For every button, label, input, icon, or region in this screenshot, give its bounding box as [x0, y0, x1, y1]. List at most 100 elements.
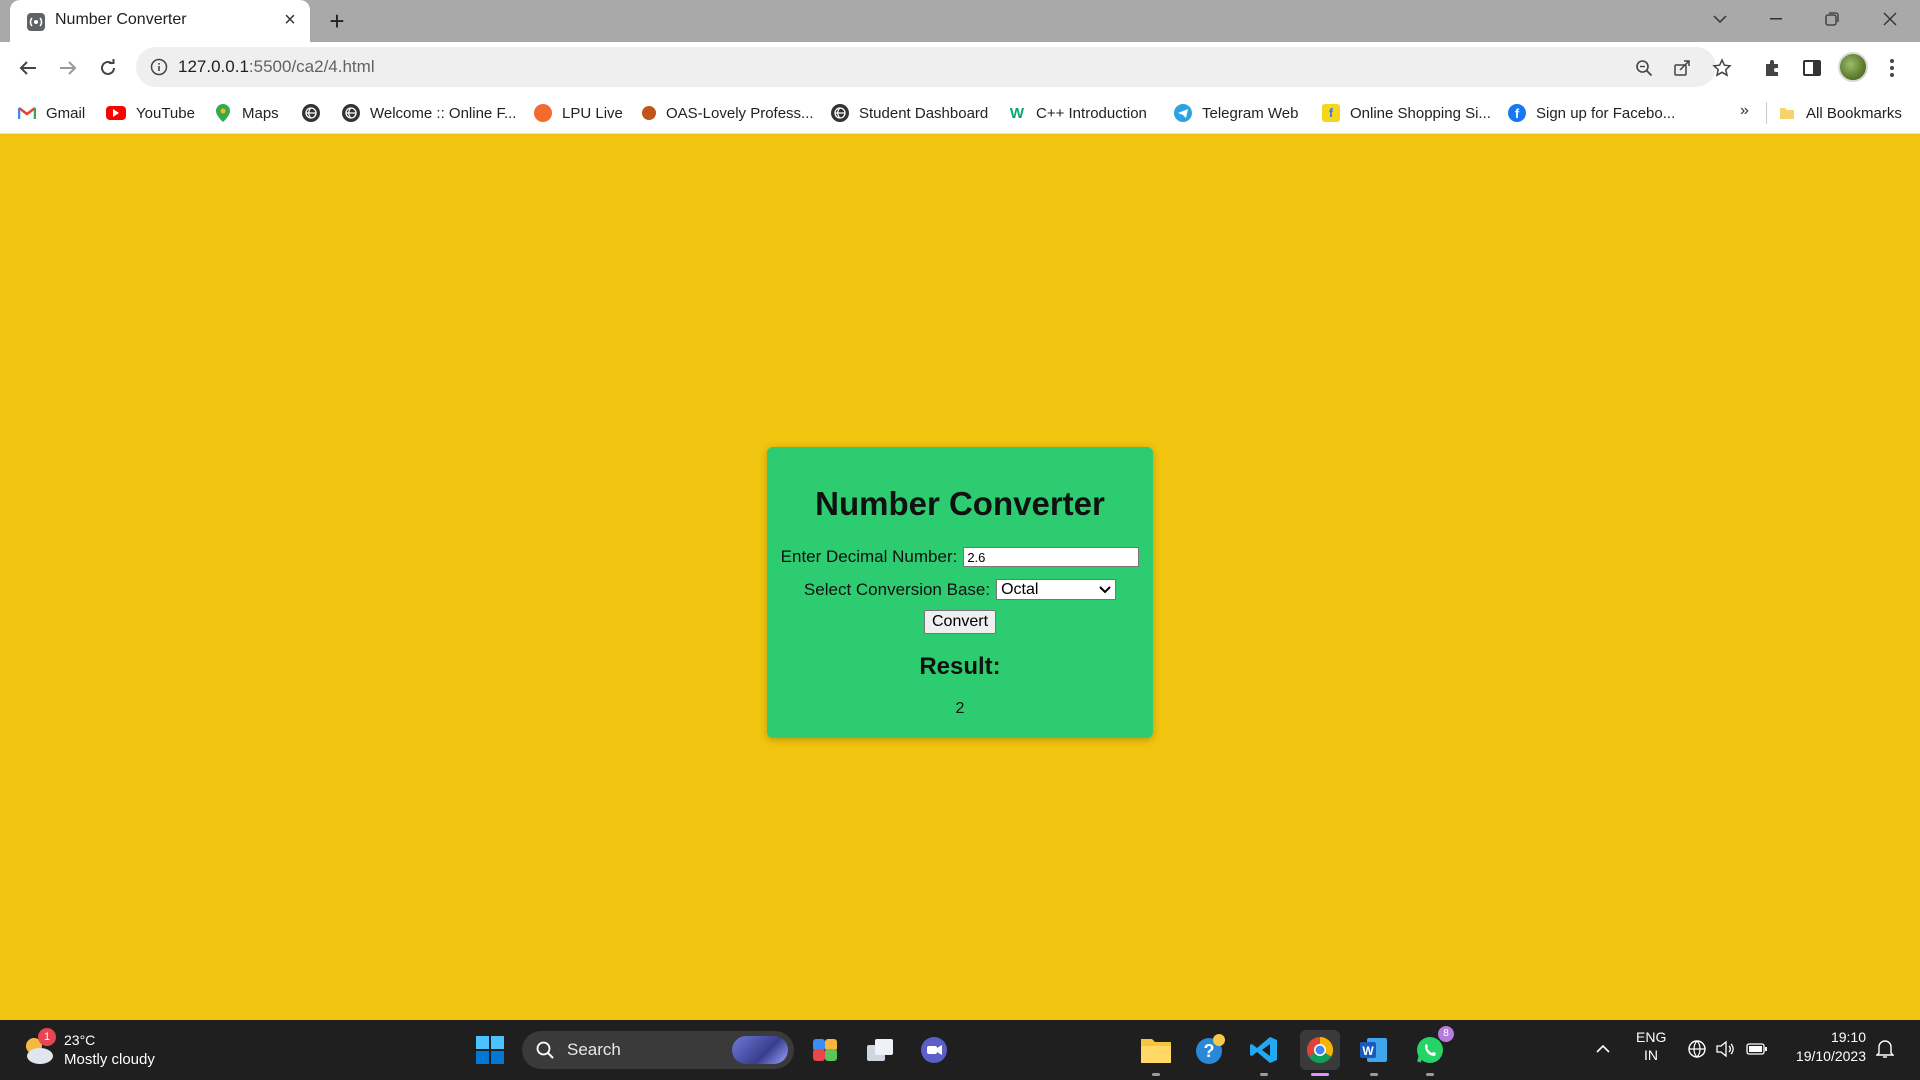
bookmark-label: Gmail	[46, 104, 86, 122]
running-indicator	[1260, 1073, 1268, 1076]
decimal-input[interactable]	[963, 547, 1140, 567]
bookmark-student-dashboard[interactable]: Student Dashboard	[831, 102, 988, 124]
bookmark-label: Online Shopping Si...	[1350, 104, 1491, 122]
tab-search-button[interactable]	[1692, 0, 1748, 38]
running-indicator	[1152, 1073, 1160, 1076]
whatsapp-app[interactable]: 8	[1410, 1026, 1454, 1076]
gmail-icon	[18, 104, 36, 122]
bookmark-label: Maps	[242, 104, 279, 122]
task-view-icon	[867, 1039, 893, 1061]
bookmark-facebook[interactable]: f Sign up for Facebo...	[1508, 102, 1675, 124]
facebook-icon: f	[1508, 104, 1526, 122]
share-icon[interactable]	[1670, 56, 1694, 80]
lang-line1: ENG	[1636, 1029, 1667, 1045]
globe-icon	[831, 104, 849, 122]
address-bar[interactable]: 127.0.0.1:5500/ca2/4.html	[136, 47, 1732, 87]
bookmark-label: YouTube	[136, 104, 195, 122]
task-view-app[interactable]	[860, 1030, 900, 1070]
all-bookmarks-label: All Bookmarks	[1806, 104, 1902, 122]
running-indicator	[1370, 1073, 1378, 1076]
battery-icon[interactable]	[1746, 1038, 1768, 1060]
active-indicator	[1311, 1073, 1329, 1076]
copilot-icon	[813, 1039, 837, 1061]
bookmark-label: LPU Live	[562, 104, 623, 122]
telegram-icon	[1174, 104, 1192, 122]
bookmark-welcome-online[interactable]: Welcome :: Online F...	[342, 102, 516, 124]
convert-button[interactable]: Convert	[923, 610, 997, 634]
back-button[interactable]	[12, 52, 44, 84]
help-question-icon: ?	[1196, 1034, 1225, 1064]
file-explorer-app[interactable]	[1136, 1030, 1176, 1076]
chevron-up-icon[interactable]	[1592, 1038, 1614, 1060]
browser-tab-active[interactable]: Number Converter ×	[10, 0, 310, 42]
decimal-label: Enter Decimal Number:	[780, 547, 958, 566]
minimize-button[interactable]	[1748, 0, 1804, 38]
taskbar-search[interactable]: Search	[522, 1031, 794, 1069]
svg-text:W: W	[1362, 1044, 1374, 1058]
bookmark-cpp-introduction[interactable]: W C++ Introduction	[1008, 102, 1147, 124]
weather-alert-badge: 1	[38, 1028, 56, 1046]
weather-widget[interactable]: 1 23°C Mostly cloudy	[20, 1028, 170, 1072]
profile-avatar[interactable]	[1838, 52, 1868, 82]
clock[interactable]: 19:10 19/10/2023	[1786, 1028, 1866, 1066]
url-host: 127.0.0.1	[178, 57, 249, 76]
all-bookmarks-folder[interactable]: All Bookmarks	[1778, 102, 1902, 124]
base-label: Select Conversion Base:	[803, 579, 991, 599]
flipkart-icon: f	[1322, 104, 1340, 122]
bookmark-lpu-live[interactable]: LPU Live	[534, 102, 623, 124]
converter-card: Number Converter Enter Decimal Number: S…	[767, 447, 1153, 738]
word-app[interactable]: W	[1354, 1030, 1394, 1076]
bookmark-gmail[interactable]: Gmail	[18, 102, 85, 124]
zoom-icon[interactable]	[1632, 56, 1656, 80]
base-select[interactable]: Octal	[996, 579, 1117, 600]
vscode-app[interactable]	[1244, 1030, 1284, 1076]
help-app[interactable]: ?	[1190, 1030, 1230, 1070]
language-indicator[interactable]: ENG IN	[1636, 1028, 1666, 1064]
new-tab-button[interactable]: +	[322, 6, 352, 36]
result-heading: Result:	[919, 653, 1001, 680]
bookmark-label: Telegram Web	[1202, 104, 1299, 122]
bookmark-label: Student Dashboard	[859, 104, 989, 122]
bookmark-youtube[interactable]: YouTube	[106, 102, 195, 124]
globe-icon	[302, 104, 320, 122]
word-icon: W	[1360, 1038, 1387, 1062]
clock-time: 19:10	[1830, 1029, 1866, 1045]
bookmark-star-icon[interactable]	[1710, 56, 1734, 80]
teams-app[interactable]	[914, 1030, 954, 1070]
side-panel-icon[interactable]	[1798, 54, 1826, 82]
vscode-icon	[1250, 1037, 1277, 1063]
start-button[interactable]	[470, 1030, 510, 1070]
restore-button[interactable]	[1804, 0, 1860, 38]
tab-title: Number Converter	[55, 11, 187, 28]
bookmark-oas[interactable]: OAS-Lovely Profess...	[642, 102, 814, 124]
convert-row: Convert	[767, 610, 1153, 634]
chrome-app[interactable]	[1300, 1030, 1340, 1076]
site-info-icon[interactable]	[150, 58, 168, 76]
bookmark-label: Sign up for Facebo...	[1536, 104, 1676, 122]
forward-button[interactable]	[52, 52, 84, 84]
close-window-button[interactable]	[1862, 0, 1918, 38]
chevron-down-icon	[1099, 585, 1111, 593]
network-globe-icon[interactable]	[1686, 1038, 1708, 1060]
bookmark-telegram[interactable]: Telegram Web	[1174, 102, 1298, 124]
copilot-app[interactable]	[806, 1030, 846, 1070]
extensions-puzzle-icon[interactable]	[1758, 54, 1786, 82]
reload-button[interactable]	[92, 52, 124, 84]
kebab-menu-icon[interactable]	[1878, 54, 1906, 82]
bookmark-maps[interactable]: Maps	[214, 102, 279, 124]
base-selected-value: Octal	[1001, 580, 1039, 598]
decimal-row: Enter Decimal Number:	[767, 547, 1153, 567]
bookmark-online-shopping[interactable]: f Online Shopping Si...	[1322, 102, 1491, 124]
broadcast-icon	[26, 12, 46, 32]
page-title: Number Converter	[815, 485, 1105, 522]
bookmark-globe[interactable]	[302, 102, 330, 124]
notification-bell-icon[interactable]	[1874, 1038, 1896, 1060]
base-row: Select Conversion Base: Octal	[767, 579, 1153, 600]
volume-icon[interactable]	[1714, 1038, 1736, 1060]
url-text[interactable]: 127.0.0.1:5500/ca2/4.html	[178, 57, 375, 77]
more-bookmarks-chevron-icon[interactable]: »	[1740, 102, 1749, 120]
browser-toolbar: 127.0.0.1:5500/ca2/4.html	[0, 42, 1920, 92]
windows-logo-icon	[476, 1036, 504, 1064]
tab-close-icon[interactable]: ×	[280, 9, 300, 31]
maps-icon	[214, 104, 232, 122]
